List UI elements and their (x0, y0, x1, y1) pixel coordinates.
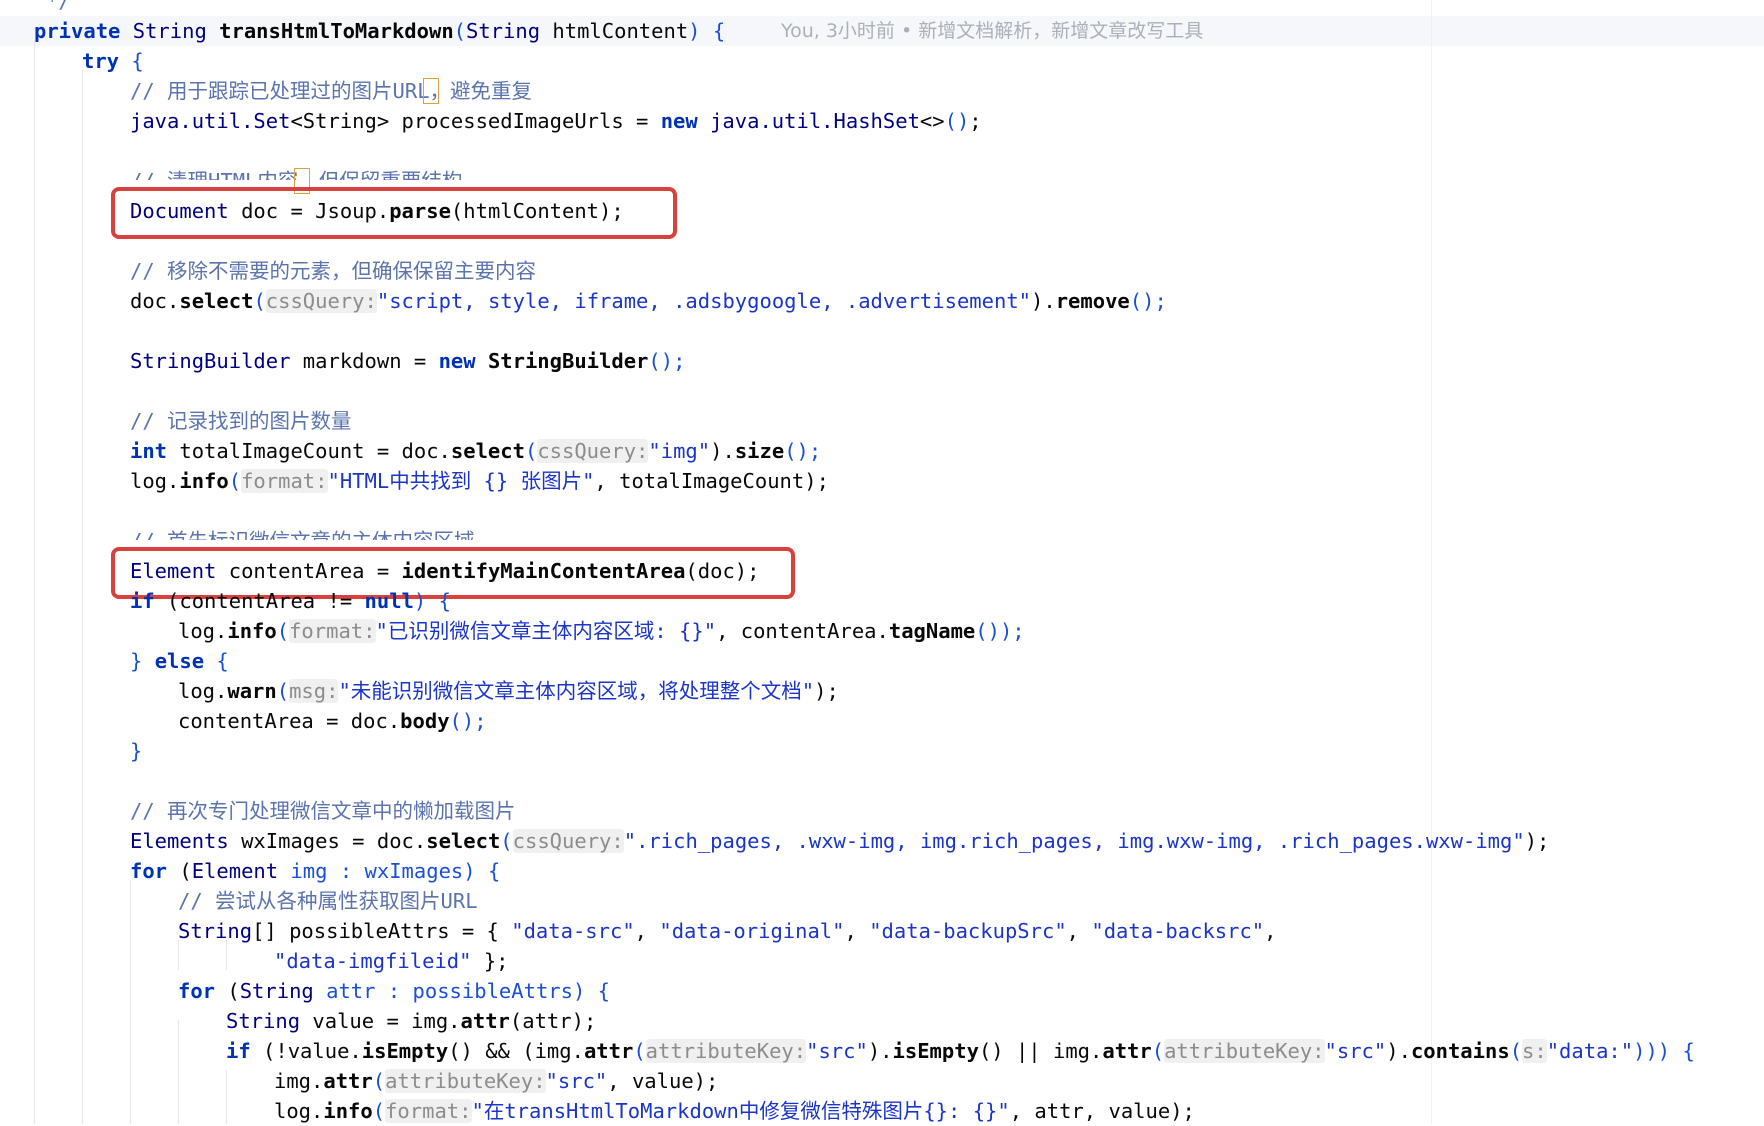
code-line: } else { (130, 649, 229, 673)
code-line: log.info(format:"已识别微信文章主体内容区域: {}", con… (178, 619, 1025, 643)
code-line: } (130, 739, 143, 763)
highlight-box-parse (111, 187, 677, 239)
comment-line: // 用于跟踪已处理过的图片URL，避免重复 (130, 79, 533, 103)
code-line: try { (82, 49, 144, 73)
code-line: log.info(format:"在transHtmlToMarkdown中修复… (274, 1099, 1195, 1123)
code-line: for (Element img : wxImages) { (130, 859, 501, 883)
method-name[interactable]: transHtmlToMarkdown (219, 19, 454, 43)
comment-line: // 尝试从各种属性获取图片URL (178, 889, 478, 913)
right-margin-guide (1431, 0, 1432, 1124)
indent-guide (178, 1020, 179, 1124)
code-line: doc.select(cssQuery:"script, style, ifra… (130, 289, 1167, 313)
code-line: contentArea = doc.body(); (178, 709, 487, 733)
code-line: String value = img.attr(attr); (226, 1009, 597, 1033)
code-line: Elements wxImages = doc.select(cssQuery:… (130, 829, 1550, 853)
code-line: StringBuilder markdown = new StringBuild… (130, 349, 686, 373)
indent-guide (82, 70, 83, 1124)
code-line: String[] possibleAttrs = { "data-src", "… (178, 919, 1277, 943)
code-line: if (contentArea != null) { (130, 589, 451, 613)
method-signature-line: private String transHtmlToMarkdown(Strin… (34, 19, 726, 43)
comment-line: // 记录找到的图片数量 (130, 409, 352, 433)
code-line: int totalImageCount = doc.select(cssQuer… (130, 439, 822, 463)
indent-guide (226, 1070, 227, 1124)
code-line: java.util.Set<String> processedImageUrls… (130, 109, 982, 133)
code-line: "data-imgfileid" }; (274, 949, 509, 973)
comment-line: // 移除不需要的元素，但确保保留主要内容 (130, 259, 537, 283)
comment-line: // 首先标识微信文章的主体内容区域 (130, 526, 475, 540)
code-line: for (String attr : possibleAttrs) { (178, 979, 610, 1003)
code-line: */ (46, 0, 71, 13)
indent-guide (34, 40, 35, 1124)
code-line: if (!value.isEmpty() && (img.attr(attrib… (226, 1039, 1695, 1063)
git-blame-annotation[interactable]: You, 3小时前 • 新增文档解析，新增文章改写工具 (781, 16, 1203, 46)
code-line: img.attr(attributeKey:"src", value); (274, 1069, 719, 1093)
text-caret-marker (423, 78, 439, 104)
code-editor[interactable]: */ private String transHtmlToMarkdown(St… (0, 0, 1764, 1124)
code-line: log.info(format:"HTML中共找到 {} 张图片", total… (130, 469, 829, 493)
code-line: log.warn(msg:"未能识别微信文章主体内容区域，将处理整个文档"); (178, 679, 839, 703)
comment-line: // 再次专门处理微信文章中的懒加载图片 (130, 799, 516, 823)
indent-guide (130, 880, 131, 1124)
